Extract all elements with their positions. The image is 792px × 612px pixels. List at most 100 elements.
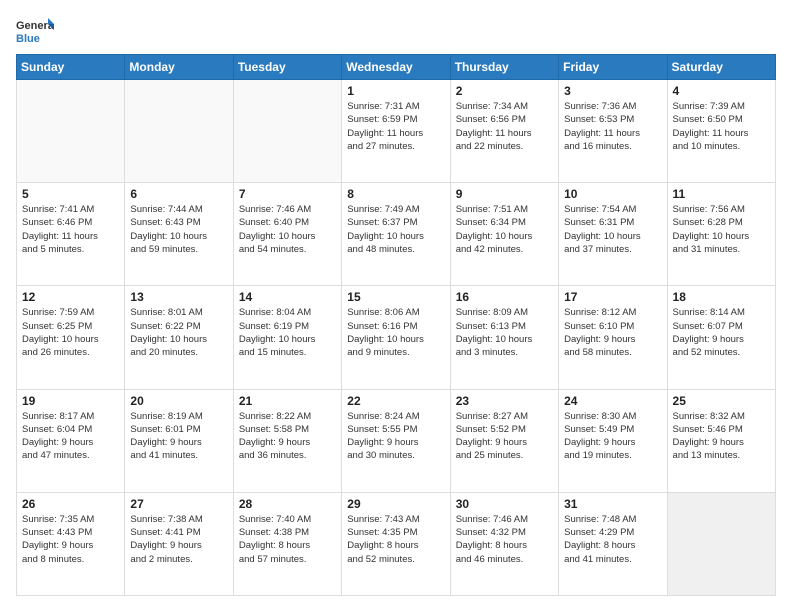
day-number: 4 (673, 84, 770, 98)
day-info: Sunrise: 8:12 AM Sunset: 6:10 PM Dayligh… (564, 306, 661, 359)
day-number: 12 (22, 290, 119, 304)
weekday-header-friday: Friday (559, 55, 667, 80)
day-number: 6 (130, 187, 227, 201)
day-info: Sunrise: 7:43 AM Sunset: 4:35 PM Dayligh… (347, 513, 444, 566)
calendar-cell: 27 Sunrise: 7:38 AM Sunset: 4:41 PM Dayli… (125, 492, 233, 595)
day-info: Sunrise: 8:27 AM Sunset: 5:52 PM Dayligh… (456, 410, 553, 463)
page: General Blue SundayMondayTuesdayWednesda… (0, 0, 792, 612)
day-info: Sunrise: 8:01 AM Sunset: 6:22 PM Dayligh… (130, 306, 227, 359)
week-row-5: 26Sunrise: 7:35 AM Sunset: 4:43 PM Dayli… (17, 492, 776, 595)
day-number: 1 (347, 84, 444, 98)
calendar-cell: 30Sunrise: 7:46 AM Sunset: 4:32 PM Dayli… (450, 492, 558, 595)
day-info: Sunrise: 8:22 AM Sunset: 5:58 PM Dayligh… (239, 410, 336, 463)
calendar-cell: 31 Sunrise: 7:48 AM Sunset: 4:29 PM Dayli… (559, 492, 667, 595)
calendar-cell: 23 Sunrise: 8:27 AM Sunset: 5:52 PM Dayli… (450, 389, 558, 492)
day-info: Sunrise: 8:04 AM Sunset: 6:19 PM Dayligh… (239, 306, 336, 359)
day-info: Sunrise: 8:06 AM Sunset: 6:16 PM Dayligh… (347, 306, 444, 359)
day-number: 14 (239, 290, 336, 304)
day-info: Sunrise: 7:46 AM Sunset: 4:32 PM Dayligh… (456, 513, 553, 566)
calendar-cell: 4 Sunrise: 7:39 AM Sunset: 6:50 PM Daylig… (667, 80, 775, 183)
calendar-cell: 17Sunrise: 8:12 AM Sunset: 6:10 PM Dayli… (559, 286, 667, 389)
calendar-cell: 9 Sunrise: 7:51 AM Sunset: 6:34 PM Daylig… (450, 183, 558, 286)
logo: General Blue (16, 16, 54, 46)
week-row-4: 19 Sunrise: 8:17 AM Sunset: 6:04 PM Dayli… (17, 389, 776, 492)
calendar-cell: 20Sunrise: 8:19 AM Sunset: 6:01 PM Dayli… (125, 389, 233, 492)
weekday-header-saturday: Saturday (667, 55, 775, 80)
day-info: Sunrise: 7:54 AM Sunset: 6:31 PM Dayligh… (564, 203, 661, 256)
day-info: Sunrise: 7:34 AM Sunset: 6:56 PM Dayligh… (456, 100, 553, 153)
svg-text:Blue: Blue (16, 33, 40, 45)
calendar-cell: 6 Sunrise: 7:44 AM Sunset: 6:43 PM Daylig… (125, 183, 233, 286)
day-number: 2 (456, 84, 553, 98)
calendar-cell: 12 Sunrise: 7:59 AM Sunset: 6:25 PM Dayli… (17, 286, 125, 389)
day-info: Sunrise: 7:48 AM Sunset: 4:29 PM Dayligh… (564, 513, 661, 566)
calendar-cell: 1 Sunrise: 7:31 AM Sunset: 6:59 PM Daylig… (342, 80, 450, 183)
day-number: 10 (564, 187, 661, 201)
calendar-table: SundayMondayTuesdayWednesdayThursdayFrid… (16, 54, 776, 596)
day-number: 7 (239, 187, 336, 201)
week-row-3: 12 Sunrise: 7:59 AM Sunset: 6:25 PM Dayli… (17, 286, 776, 389)
day-info: Sunrise: 7:46 AM Sunset: 6:40 PM Dayligh… (239, 203, 336, 256)
day-number: 9 (456, 187, 553, 201)
day-number: 22 (347, 394, 444, 408)
week-row-1: 1 Sunrise: 7:31 AM Sunset: 6:59 PM Daylig… (17, 80, 776, 183)
calendar-cell: 21 Sunrise: 8:22 AM Sunset: 5:58 PM Dayli… (233, 389, 341, 492)
calendar-cell: 19 Sunrise: 8:17 AM Sunset: 6:04 PM Dayli… (17, 389, 125, 492)
calendar-cell: 10 Sunrise: 7:54 AM Sunset: 6:31 PM Dayli… (559, 183, 667, 286)
calendar-cell: 18Sunrise: 8:14 AM Sunset: 6:07 PM Dayli… (667, 286, 775, 389)
day-number: 20 (130, 394, 227, 408)
calendar-cell: 25Sunrise: 8:32 AM Sunset: 5:46 PM Dayli… (667, 389, 775, 492)
calendar-cell (125, 80, 233, 183)
weekday-header-monday: Monday (125, 55, 233, 80)
day-number: 21 (239, 394, 336, 408)
calendar-cell: 2 Sunrise: 7:34 AM Sunset: 6:56 PM Daylig… (450, 80, 558, 183)
header: General Blue (16, 16, 776, 46)
day-info: Sunrise: 7:59 AM Sunset: 6:25 PM Dayligh… (22, 306, 119, 359)
calendar-cell: 5Sunrise: 7:41 AM Sunset: 6:46 PM Daylig… (17, 183, 125, 286)
day-number: 16 (456, 290, 553, 304)
day-number: 13 (130, 290, 227, 304)
calendar-cell: 11 Sunrise: 7:56 AM Sunset: 6:28 PM Dayli… (667, 183, 775, 286)
calendar-cell (17, 80, 125, 183)
calendar-cell: 15 Sunrise: 8:06 AM Sunset: 6:16 PM Dayli… (342, 286, 450, 389)
calendar-cell: 29 Sunrise: 7:43 AM Sunset: 4:35 PM Dayli… (342, 492, 450, 595)
day-number: 29 (347, 497, 444, 511)
calendar-cell: 8Sunrise: 7:49 AM Sunset: 6:37 PM Daylig… (342, 183, 450, 286)
calendar-cell: 28Sunrise: 7:40 AM Sunset: 4:38 PM Dayli… (233, 492, 341, 595)
day-number: 5 (22, 187, 119, 201)
day-number: 8 (347, 187, 444, 201)
day-info: Sunrise: 7:56 AM Sunset: 6:28 PM Dayligh… (673, 203, 770, 256)
day-info: Sunrise: 7:31 AM Sunset: 6:59 PM Dayligh… (347, 100, 444, 153)
weekday-header-thursday: Thursday (450, 55, 558, 80)
day-info: Sunrise: 8:32 AM Sunset: 5:46 PM Dayligh… (673, 410, 770, 463)
day-info: Sunrise: 8:17 AM Sunset: 6:04 PM Dayligh… (22, 410, 119, 463)
calendar-cell: 3 Sunrise: 7:36 AM Sunset: 6:53 PM Daylig… (559, 80, 667, 183)
calendar-cell: 24Sunrise: 8:30 AM Sunset: 5:49 PM Dayli… (559, 389, 667, 492)
calendar-cell (667, 492, 775, 595)
weekday-header-wednesday: Wednesday (342, 55, 450, 80)
day-info: Sunrise: 7:44 AM Sunset: 6:43 PM Dayligh… (130, 203, 227, 256)
day-number: 11 (673, 187, 770, 201)
calendar-cell: 14 Sunrise: 8:04 AM Sunset: 6:19 PM Dayli… (233, 286, 341, 389)
day-number: 15 (347, 290, 444, 304)
logo-bird-icon: General Blue (16, 16, 54, 46)
day-info: Sunrise: 7:38 AM Sunset: 4:41 PM Dayligh… (130, 513, 227, 566)
day-info: Sunrise: 7:39 AM Sunset: 6:50 PM Dayligh… (673, 100, 770, 153)
day-info: Sunrise: 8:24 AM Sunset: 5:55 PM Dayligh… (347, 410, 444, 463)
day-info: Sunrise: 7:51 AM Sunset: 6:34 PM Dayligh… (456, 203, 553, 256)
day-number: 31 (564, 497, 661, 511)
day-number: 3 (564, 84, 661, 98)
day-number: 18 (673, 290, 770, 304)
day-number: 19 (22, 394, 119, 408)
calendar-cell: 13 Sunrise: 8:01 AM Sunset: 6:22 PM Dayli… (125, 286, 233, 389)
weekday-header-tuesday: Tuesday (233, 55, 341, 80)
day-number: 26 (22, 497, 119, 511)
day-number: 23 (456, 394, 553, 408)
day-info: Sunrise: 8:09 AM Sunset: 6:13 PM Dayligh… (456, 306, 553, 359)
week-row-2: 5Sunrise: 7:41 AM Sunset: 6:46 PM Daylig… (17, 183, 776, 286)
day-number: 27 (130, 497, 227, 511)
day-number: 28 (239, 497, 336, 511)
day-number: 24 (564, 394, 661, 408)
calendar-cell: 7 Sunrise: 7:46 AM Sunset: 6:40 PM Daylig… (233, 183, 341, 286)
day-info: Sunrise: 7:36 AM Sunset: 6:53 PM Dayligh… (564, 100, 661, 153)
